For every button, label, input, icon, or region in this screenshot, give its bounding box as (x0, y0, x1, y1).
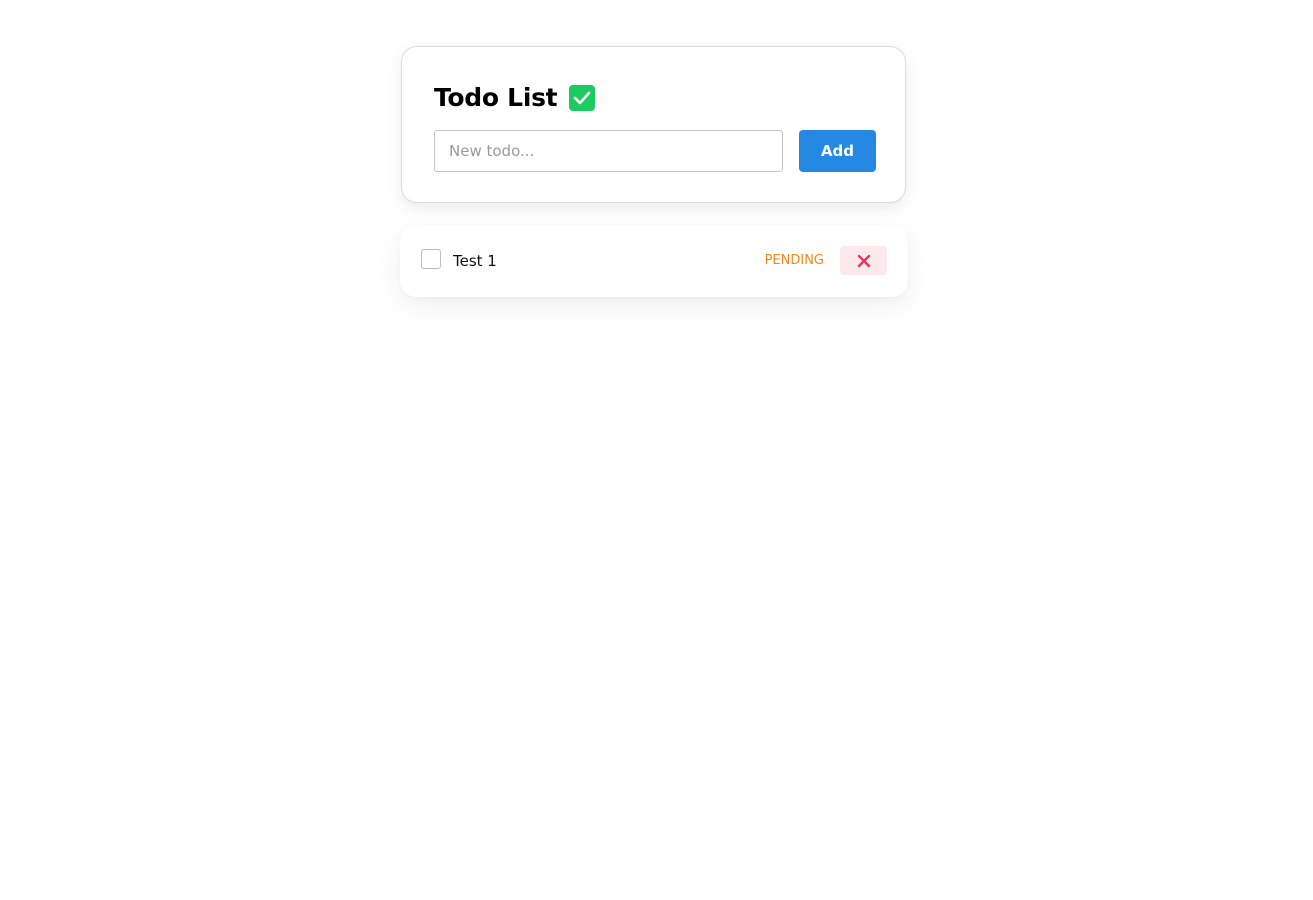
delete-todo-button[interactable] (840, 246, 887, 275)
todo-item: Test 1 PENDING (400, 225, 908, 297)
todo-checkbox[interactable] (421, 249, 441, 269)
page-title: Todo List (434, 83, 558, 112)
status-badge: PENDING (764, 253, 824, 268)
header: Todo List (434, 83, 596, 113)
todo-list: Test 1 PENDING (400, 225, 908, 297)
todo-form-card: Todo List Add (401, 46, 906, 203)
add-button[interactable]: Add (799, 130, 876, 172)
new-todo-input[interactable] (434, 130, 783, 172)
todo-text: Test 1 (453, 252, 497, 270)
todo-app: Todo List Add Test 1 PENDING (0, 0, 1313, 900)
check-square-icon (569, 85, 596, 111)
close-icon (857, 254, 871, 268)
